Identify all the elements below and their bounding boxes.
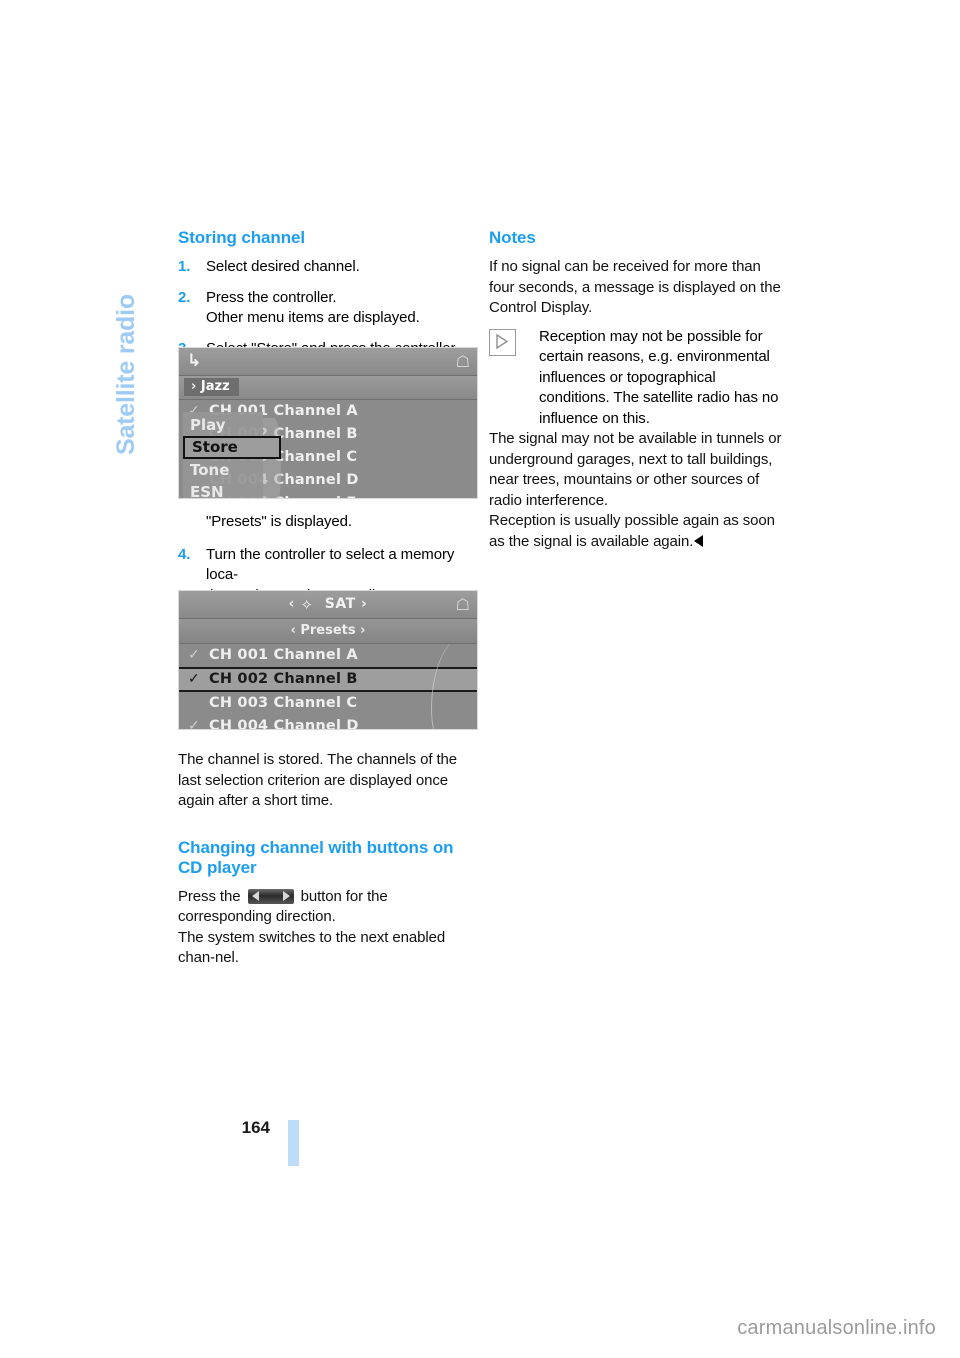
section-heading-notes: Notes [489, 228, 536, 247]
menu-item-esn[interactable]: ESN [183, 481, 263, 498]
cd-player-instruction: Press the button for the corresponding d… [178, 887, 478, 928]
step-4-text-line1: Turn the controller to select a memory l… [206, 545, 455, 584]
menu-item-tone[interactable]: Tone [183, 459, 263, 481]
step-2: 2. Press the controller. Other menu item… [178, 288, 478, 329]
step-1-number: 1. [178, 258, 191, 275]
storing-channel-steps: 1. Select desired channel. 2. Press the … [178, 257, 478, 359]
end-of-section-marker-icon [694, 534, 704, 547]
list-item-label: CH 003 Channel C [209, 695, 358, 711]
check-icon: ✓ [188, 718, 200, 730]
satellite-icon: ✧ [300, 596, 314, 614]
notes-paragraph-3: Reception is usually possible again as s… [489, 511, 789, 552]
note-text: Reception may not be possible for certai… [539, 327, 779, 427]
left-column-bottom: The channel is stored. The channels of t… [178, 750, 478, 969]
home-icon[interactable]: ☖ [456, 595, 470, 614]
step-2-subtext: Other menu items are displayed. [206, 309, 420, 326]
heading2-line2: CD player [178, 857, 257, 877]
presets-displayed-note: "Presets" is displayed. [206, 513, 352, 530]
heading2-line1: Changing channel with buttons on [178, 837, 454, 857]
breadcrumb-chip-jazz[interactable]: › Jazz [184, 378, 239, 396]
menu-item-store[interactable]: Store [183, 436, 281, 459]
seek-forward-arrow-icon [282, 890, 290, 901]
chapter-title: Satellite radio [112, 294, 140, 455]
section-heading-changing-channel: Changing channel with buttons on CD play… [178, 838, 478, 878]
step-2-text: Press the controller. [206, 288, 337, 306]
menu-item-play[interactable]: Play [183, 414, 263, 436]
list-item-label: CH 001 Channel A [209, 647, 358, 663]
page-number: 164 [241, 1118, 270, 1137]
note-with-icon: Reception may not be possible for certai… [489, 327, 789, 430]
step-2-number: 2. [178, 288, 191, 306]
seek-buttons-icon [247, 888, 294, 904]
decorative-curve [425, 644, 455, 729]
notes-paragraph-2: The signal may not be available in tunne… [489, 430, 782, 509]
context-menu: Play Store Tone ESN [183, 412, 281, 498]
check-icon: ✓ [188, 671, 200, 687]
cd-text-before: Press the [178, 887, 241, 905]
check-icon: ✓ [188, 647, 200, 663]
screenshot-store-menu: ↳ ☖ › Jazz ✓ CH 001 Channel A CH 002 Cha… [178, 347, 478, 499]
back-arrow-icon[interactable]: ↳ [187, 352, 201, 371]
screenshot2-status-bar: ‹ ✧ SAT › ☖ [179, 591, 477, 619]
screenshot1-breadcrumb-row: › Jazz [179, 376, 477, 400]
screenshot2-breadcrumb-row: ‹ Presets › [179, 619, 477, 644]
breadcrumb-label: Jazz [200, 379, 230, 394]
step-1: 1. Select desired channel. [178, 257, 478, 278]
screenshot2-preset-list: ✓ CH 001 Channel A ✓ CH 002 Channel B CH… [179, 644, 477, 730]
notes-paragraph-3-text: Reception is usually possible again as s… [489, 512, 775, 550]
step-1-text: Select desired channel. [206, 258, 360, 275]
step-4-number: 4. [178, 545, 191, 563]
screenshot1-channel-list: ✓ CH 001 Channel A CH 002 Channel B CH 0… [179, 400, 477, 498]
screenshot1-status-bar: ↳ ☖ [179, 348, 477, 376]
list-item-label: CH 002 Channel B [209, 671, 358, 687]
home-icon[interactable]: ☖ [456, 352, 470, 371]
triangle-play-icon [489, 328, 516, 356]
right-column: Notes If no signal can be received for m… [489, 228, 789, 552]
site-watermark: carmanualsonline.info [737, 1317, 936, 1339]
section-heading-storing-channel: Storing channel [178, 228, 305, 247]
screenshot2-title-row: ‹ ✧ SAT › [179, 591, 477, 619]
breadcrumb-presets[interactable]: ‹ Presets › [179, 619, 477, 643]
list-item-label: CH 004 Channel D [209, 718, 359, 730]
notes-paragraph-1: If no signal can be received for more th… [489, 258, 781, 316]
chapter-tab: Satellite radio [106, 215, 146, 455]
cd-player-result: The system switches to the next enabled … [178, 928, 446, 967]
page-marker-bar [288, 1120, 299, 1166]
channel-stored-paragraph: The channel is stored. The channels of t… [178, 751, 458, 809]
title-right-arrow-icon[interactable]: › [361, 596, 367, 612]
screenshot-presets-list: ‹ ✧ SAT › ☖ ‹ Presets › ✓ CH 001 Channel… [178, 590, 478, 730]
title-left-arrow-icon[interactable]: ‹ [289, 596, 295, 612]
screenshot2-title: SAT [324, 596, 356, 612]
seek-back-arrow-icon [251, 890, 259, 901]
